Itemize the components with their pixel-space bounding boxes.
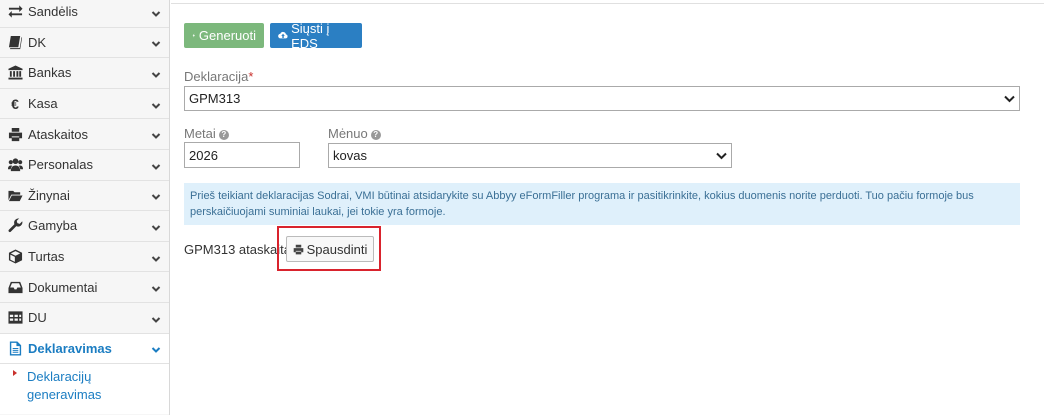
exchange-icon	[6, 3, 24, 21]
sidebar-item-dokumentai[interactable]: Dokumentai	[0, 272, 169, 303]
sidebar-item-personalas[interactable]: Personalas	[0, 150, 169, 181]
report-label: GPM313 ataskaita	[184, 242, 291, 257]
sidebar-item-label: Deklaravimas	[28, 340, 112, 356]
euro-icon: €	[11, 95, 19, 112]
bank-icon	[6, 64, 24, 82]
chevron-down-icon	[151, 37, 161, 48]
print-button-label: Spausdinti	[306, 241, 368, 257]
send-eds-button[interactable]: Siųsti į EDS	[270, 20, 362, 51]
declaration-label-text: Deklaracija	[184, 69, 249, 84]
generate-button[interactable]: Generuoti	[184, 23, 264, 48]
sidebar-item-bankas[interactable]: Bankas	[0, 58, 169, 89]
chevron-down-icon	[151, 313, 161, 323]
send-eds-button-label: Siųsti į EDS	[291, 20, 330, 51]
chevron-down-icon	[151, 221, 161, 231]
info-alert: Prieš teikiant deklaracijas Sodrai, VMI …	[184, 183, 1020, 225]
declaration-select-value: GPM313	[189, 91, 241, 106]
sidebar-item-label: Kasa	[28, 96, 58, 112]
top-divider	[171, 0, 1044, 4]
chevron-down-icon	[1004, 95, 1015, 103]
sidebar-item-label: Personalas	[28, 157, 94, 173]
wrench-icon	[6, 217, 24, 235]
sidebar-item-label: Sandėlis	[28, 4, 78, 20]
subitem-label-line1: Deklaracijų	[27, 369, 92, 385]
subitem-label-line2: generavimas	[27, 387, 102, 403]
chevron-down-icon	[151, 99, 161, 109]
chevron-down-icon	[716, 152, 727, 160]
sidebar-item-ataskaitos[interactable]: Ataskaitos	[0, 119, 169, 150]
document-icon	[6, 339, 24, 357]
sidebar-item-label: Dokumentai	[28, 279, 98, 295]
month-label: Mėnuo?	[328, 126, 381, 141]
sidebar: Sandėlis DK Bankas € Kasa Ataskaitos Per…	[0, 0, 170, 415]
question-icon[interactable]: ?	[218, 129, 229, 140]
required-marker: *	[248, 69, 254, 84]
sidebar-item-kasa[interactable]: € Kasa	[0, 89, 169, 120]
sidebar-item-turtas[interactable]: Turtas	[0, 242, 169, 273]
print-icon	[293, 244, 303, 254]
table-icon	[6, 309, 24, 327]
chevron-down-icon	[151, 7, 161, 17]
folder-open-icon	[6, 186, 24, 204]
sidebar-item-label: DK	[28, 34, 47, 50]
sidebar-item-zinynai[interactable]: Žinynai	[0, 181, 169, 212]
month-select[interactable]: kovas	[328, 143, 732, 168]
question-icon[interactable]: ?	[370, 129, 381, 140]
year-label-text: Metai	[184, 126, 216, 141]
sidebar-item-dk[interactable]: DK	[0, 28, 169, 59]
year-label: Metai?	[184, 126, 229, 141]
sidebar-item-du[interactable]: DU	[0, 303, 169, 334]
cloud-upload-icon	[278, 31, 288, 39]
sidebar-item-label: DU	[28, 310, 47, 326]
month-select-value: kovas	[333, 148, 367, 163]
month-label-text: Mėnuo	[328, 126, 368, 141]
inbox-icon	[6, 278, 24, 296]
year-input[interactable]	[184, 142, 300, 168]
chevron-down-icon	[151, 282, 161, 293]
sidebar-item-label: Turtas	[28, 249, 65, 265]
sidebar-item-label: Žinynai	[28, 187, 70, 203]
chevron-down-icon	[151, 68, 161, 78]
declaration-select[interactable]: GPM313	[184, 86, 1020, 111]
chevron-down-icon	[151, 252, 161, 262]
cube-icon	[6, 248, 24, 266]
chevron-down-icon	[151, 343, 161, 354]
users-icon	[6, 156, 24, 174]
print-icon	[6, 125, 24, 143]
generate-button-label: Generuoti	[198, 28, 256, 43]
book-icon	[6, 33, 24, 51]
sidebar-item-deklaravimas[interactable]: Deklaravimas	[0, 333, 169, 365]
sidebar-subitem-deklaraciju-generavimas[interactable]: Deklaracijų generavimas	[0, 364, 169, 415]
declaration-label: Deklaracija*	[184, 69, 253, 84]
sidebar-item-label: Bankas	[28, 65, 72, 81]
chevron-down-icon	[151, 160, 161, 170]
print-button[interactable]: Spausdinti	[286, 236, 374, 262]
chevron-down-icon	[151, 190, 161, 201]
bolt-icon	[192, 33, 195, 38]
sidebar-item-label: Gamyba	[28, 218, 78, 234]
chevron-down-icon	[151, 129, 161, 140]
sidebar-item-sandelis[interactable]: Sandėlis	[0, 0, 169, 28]
sidebar-item-label: Ataskaitos	[28, 126, 88, 142]
sidebar-item-gamyba[interactable]: Gamyba	[0, 211, 169, 242]
